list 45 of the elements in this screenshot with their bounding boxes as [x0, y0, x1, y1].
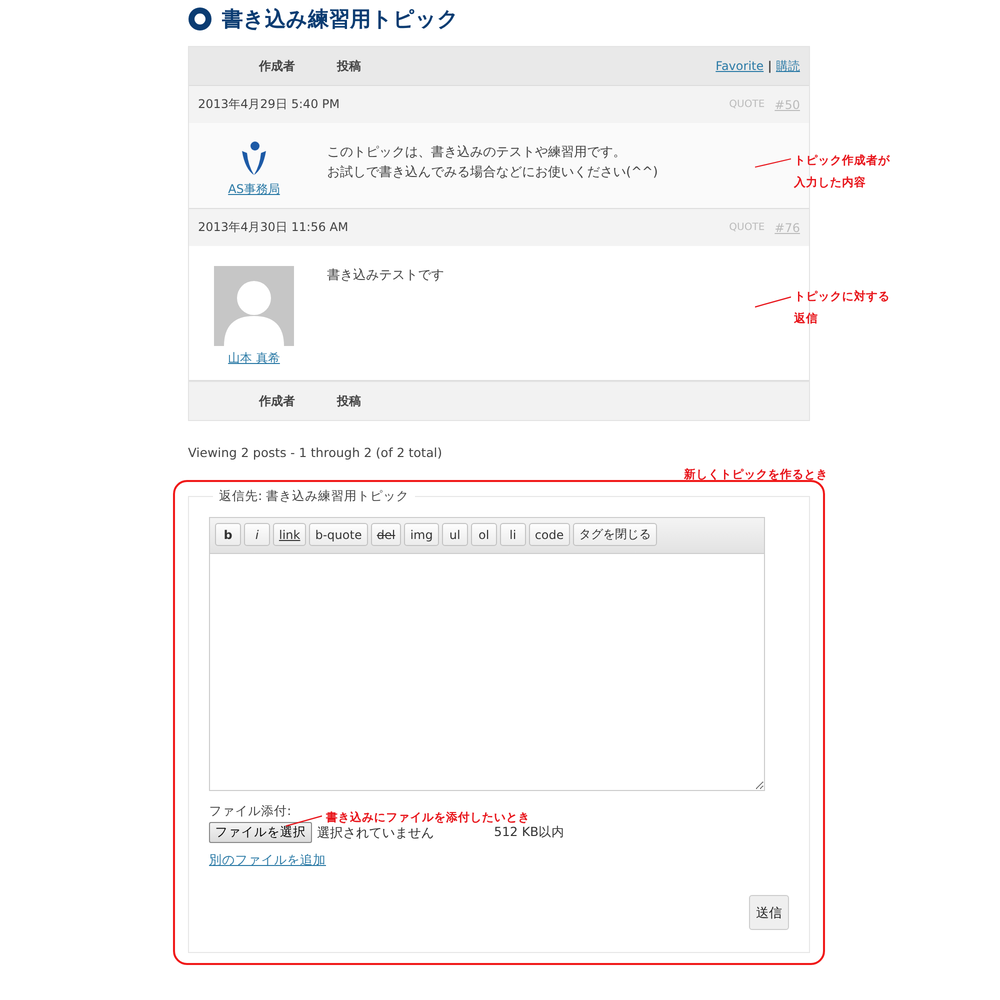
format-button[interactable]: タグを閉じる: [572, 523, 657, 546]
pagination-text: Viewing 2 posts - 1 through 2 (of 2 total): [188, 445, 444, 460]
avatar-icon: [214, 266, 294, 346]
format-button[interactable]: ol: [470, 523, 497, 546]
submit-button[interactable]: 送信: [749, 895, 789, 930]
author-link[interactable]: AS事務局: [228, 181, 280, 198]
format-button[interactable]: code: [528, 523, 570, 546]
subscribe-link[interactable]: 購読: [776, 58, 800, 72]
column-header: 投稿: [337, 58, 361, 74]
format-button[interactable]: img: [404, 523, 439, 546]
file-label: ファイル添付:: [209, 803, 292, 820]
annotation-text: トピック作成者が 入力した内容: [794, 152, 890, 191]
format-button[interactable]: i: [244, 523, 270, 546]
separator: |: [768, 58, 772, 72]
leader-line: [755, 158, 791, 168]
format-button[interactable]: link: [273, 523, 306, 546]
annotation-text: 書き込みにファイルを添付したいとき: [326, 809, 530, 826]
annotation-text: 新しくトピックを作るとき: [684, 466, 828, 483]
author-link[interactable]: 山本 真希: [228, 350, 280, 367]
logo-icon: [239, 141, 269, 177]
annotation-text: トピックに対する 返信: [794, 288, 890, 327]
post-date: 2013年4月29日 5:40 PM: [198, 96, 340, 113]
post-date: 2013年4月30日 11:56 AM: [198, 219, 348, 236]
format-button[interactable]: li: [500, 523, 526, 546]
circle-icon: [188, 7, 212, 31]
column-header: 作成者: [258, 392, 295, 410]
size-limit-text: 512 KB以内: [494, 824, 565, 841]
leader-line: [755, 296, 791, 308]
reply-textarea[interactable]: [209, 554, 765, 791]
format-button[interactable]: b: [215, 523, 241, 546]
leader-line: [286, 815, 322, 827]
post-text: お試しで書き込んでみる場合などにお使いください(^^): [327, 164, 658, 182]
no-file-text: 選択されていません: [317, 824, 434, 842]
column-header: 投稿: [337, 392, 361, 410]
choose-file-button[interactable]: ファイルを選択: [209, 822, 312, 843]
format-button[interactable]: b-quote: [309, 523, 368, 546]
post-text: このトピックは、書き込みのテストや練習用です。: [327, 144, 627, 162]
column-header: 作成者: [258, 58, 295, 74]
page-title: 書き込み練習用トピック: [222, 6, 459, 33]
form-legend: 返信先: 書き込み練習用トピック: [213, 488, 416, 505]
post-text: 書き込みテストです: [327, 267, 444, 285]
favorite-link[interactable]: Favorite: [716, 58, 764, 72]
format-button[interactable]: ul: [442, 523, 468, 546]
format-button[interactable]: del: [370, 523, 402, 546]
add-file-link[interactable]: 別のファイルを追加: [209, 852, 326, 869]
